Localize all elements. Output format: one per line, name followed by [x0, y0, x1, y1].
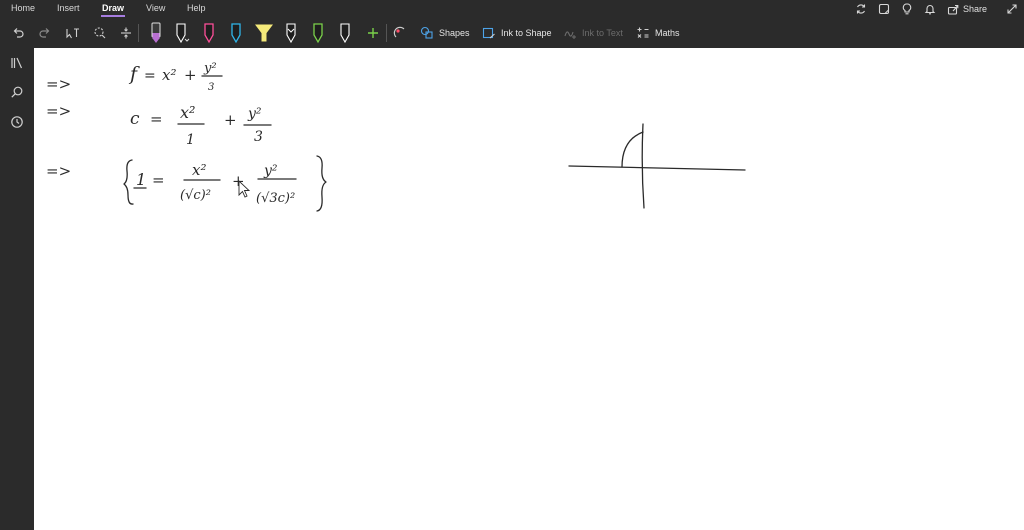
share-button[interactable]: Share — [963, 4, 987, 14]
line2-denominator-1: 1 — [186, 132, 195, 148]
bell-icon[interactable] — [923, 2, 937, 16]
line1-numerator: y² — [203, 61, 217, 76]
ink-to-text-button: Ink to Text — [563, 18, 623, 48]
menu-home[interactable]: Home — [11, 3, 35, 13]
lightbulb-icon[interactable] — [900, 2, 914, 16]
implies-arrow-3: => — [46, 162, 71, 180]
line1-denominator: 3 — [208, 82, 214, 93]
left-brace — [123, 159, 134, 205]
line3-equals: = — [152, 171, 165, 189]
menu-help[interactable]: Help — [187, 3, 206, 13]
note-canvas[interactable]: => f = x² + y² 3 => c = x² 1 + y² 3 => 1… — [34, 48, 1024, 530]
line3-numerator-1: x² — [192, 161, 206, 179]
shapes-label: Shapes — [439, 28, 470, 38]
pen-pink-icon[interactable] — [201, 18, 217, 48]
vertical-axis — [641, 123, 645, 209]
line2-denominator-2: 3 — [254, 129, 263, 145]
ink-to-text-label: Ink to Text — [582, 28, 623, 38]
horizontal-axis — [568, 165, 746, 171]
redo-icon[interactable] — [37, 18, 53, 48]
add-pen-icon[interactable] — [365, 18, 381, 48]
notebook-icon[interactable] — [877, 2, 891, 16]
draw-toolbar: Shapes Ink to Shape Ink to Text Maths — [0, 18, 1024, 48]
line1-lhs: f — [128, 63, 140, 85]
line3-numerator-2: y² — [263, 163, 278, 179]
line3-denominator-1: (√c)² — [180, 188, 211, 203]
highlighter-yellow-icon[interactable] — [253, 18, 275, 48]
line2-equals: = — [150, 110, 163, 128]
line1-term1: x² — [162, 66, 176, 84]
menu-insert[interactable]: Insert — [57, 3, 80, 13]
line2-lhs: c — [130, 109, 140, 129]
pen-black-selected-icon[interactable] — [173, 18, 193, 48]
sync-icon[interactable] — [854, 2, 868, 16]
add-space-icon[interactable] — [118, 18, 134, 48]
shapes-icon — [420, 26, 433, 39]
line3-lhs: 1 — [136, 170, 146, 189]
expand-icon[interactable] — [1005, 2, 1019, 16]
pen-cyan-icon[interactable] — [228, 18, 244, 48]
pen-white-icon[interactable] — [337, 18, 353, 48]
undo-icon[interactable] — [10, 18, 26, 48]
toolbar-divider — [138, 24, 139, 42]
toolbar-divider — [386, 24, 387, 42]
line2-plus: + — [224, 111, 237, 129]
line1-plus: + — [184, 66, 197, 84]
ink-to-shape-label: Ink to Shape — [501, 28, 552, 38]
maths-label: Maths — [655, 28, 680, 38]
right-brace — [316, 155, 327, 212]
menu-view[interactable]: View — [146, 3, 165, 13]
ink-to-shape-button[interactable]: Ink to Shape — [482, 18, 552, 48]
pen-green-icon[interactable] — [310, 18, 326, 48]
maths-button[interactable]: Maths — [636, 18, 680, 48]
pen-purple-icon[interactable] — [148, 18, 164, 48]
header-actions: Share — [845, 2, 1019, 16]
pen-black-icon[interactable] — [283, 18, 299, 48]
active-tab-indicator — [101, 15, 125, 17]
implies-arrow-1: => — [46, 75, 71, 93]
line3-denominator-2: (√3c)² — [256, 191, 295, 206]
line1-equals: = — [144, 68, 156, 84]
share-icon[interactable] — [946, 2, 960, 16]
shapes-button[interactable]: Shapes — [420, 18, 470, 48]
search-icon[interactable] — [10, 85, 24, 99]
lasso-select-icon[interactable] — [92, 18, 108, 48]
menu-bar: Home Insert Draw View Help Share — [0, 0, 1024, 18]
notebooks-icon[interactable] — [10, 56, 24, 70]
implies-arrow-2: => — [46, 102, 71, 120]
left-sidebar — [0, 48, 34, 530]
ruler-icon[interactable] — [392, 18, 408, 48]
recent-icon[interactable] — [10, 115, 24, 129]
line2-numerator-2: y² — [247, 106, 262, 122]
type-select-icon[interactable] — [64, 18, 82, 48]
ink-layer: => f = x² + y² 3 => c = x² 1 + y² 3 => 1… — [46, 61, 746, 212]
line2-numerator-1: x² — [180, 103, 195, 122]
maths-icon — [637, 27, 649, 38]
quarter-arc — [621, 131, 644, 168]
menu-draw[interactable]: Draw — [102, 3, 124, 13]
ink-to-shape-icon — [482, 27, 495, 39]
ink-to-text-icon — [564, 31, 576, 39]
